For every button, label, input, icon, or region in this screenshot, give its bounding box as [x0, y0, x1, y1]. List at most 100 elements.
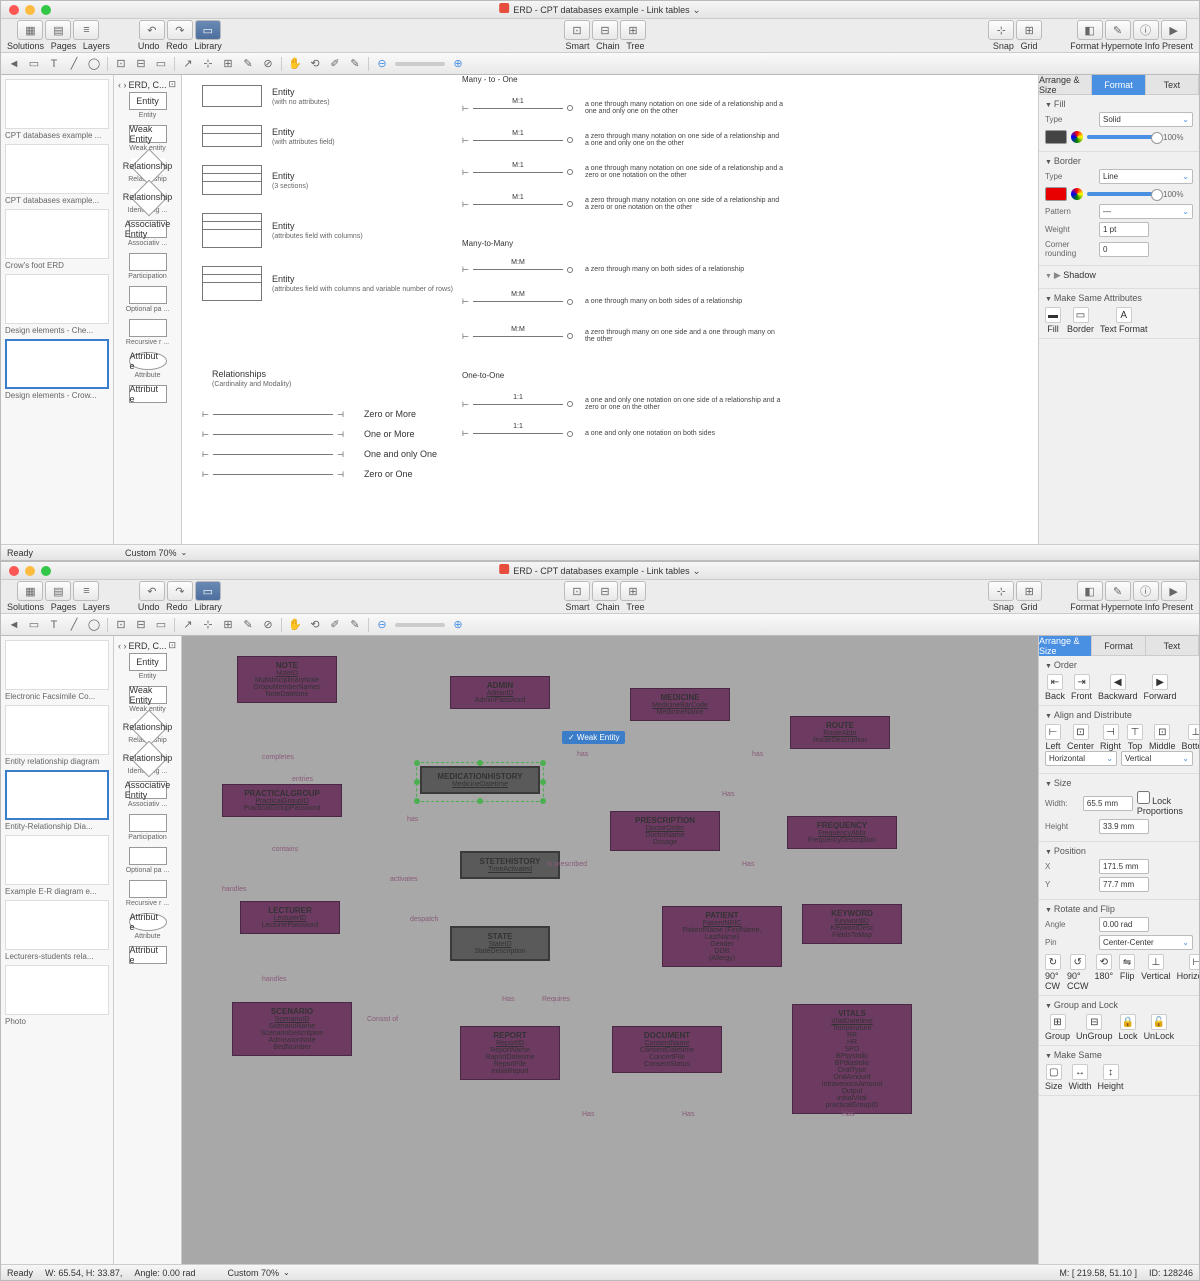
zoom-in-icon[interactable]: ⊕: [451, 57, 465, 71]
shapes-icon[interactable]: ◯: [87, 57, 101, 71]
icon-height[interactable]: ↕Height: [1098, 1064, 1124, 1091]
icon-middle[interactable]: ⊡Middle: [1149, 724, 1176, 751]
library-header[interactable]: ‹ › ERD, C... ⊡: [116, 77, 179, 92]
tab-text[interactable]: Text: [1146, 75, 1199, 95]
icon-backward[interactable]: ◀Backward: [1098, 674, 1138, 701]
chain-button[interactable]: ⊟: [592, 581, 618, 601]
text-icon[interactable]: T: [47, 618, 61, 632]
solutions-button[interactable]: ▦: [17, 581, 43, 601]
library-item[interactable]: Participation: [116, 253, 179, 280]
entity-vitals[interactable]: VITALSVitalDatetimeTemperatureRRHRSPOBPs…: [792, 1004, 912, 1114]
library-item[interactable]: Recursive r ...: [116, 319, 179, 346]
maximize-icon[interactable]: [41, 5, 51, 15]
smart-button[interactable]: ⊡: [564, 581, 590, 601]
thumbnail[interactable]: Entity-Relationship Dia...: [5, 770, 109, 831]
entity-report[interactable]: REPORTReportIDReportNameRaportDatetimeRe…: [460, 1026, 560, 1080]
layers-button[interactable]: ≡: [73, 20, 99, 40]
line-icon[interactable]: ╱: [67, 618, 81, 632]
entity-lecturer[interactable]: LECTURERLecturerIDLecturerPassword: [240, 901, 340, 934]
icon-90° ccw[interactable]: ↺90° CCW: [1067, 954, 1088, 991]
library-item[interactable]: Attribut eAttribute: [116, 913, 179, 940]
tool-icon[interactable]: ↗: [181, 57, 195, 71]
icon-unlock[interactable]: 🔓UnLock: [1144, 1014, 1175, 1041]
eyedropper-icon[interactable]: ✐: [328, 618, 342, 632]
line-icon[interactable]: ╱: [67, 57, 81, 71]
library-item[interactable]: Attribut e: [116, 385, 179, 405]
entity-practicalgroup[interactable]: PRACTICALGROUPPracticalGroupIDPracticalG…: [222, 784, 342, 817]
entity-document[interactable]: DOCUMENTConsentNameConsentDatetimeConcer…: [612, 1026, 722, 1073]
close-icon[interactable]: [9, 5, 19, 15]
zoom-in-icon[interactable]: ⊕: [451, 618, 465, 632]
thumbnail[interactable]: CPT databases example ...: [5, 79, 109, 140]
redo-button[interactable]: ↷: [167, 581, 193, 601]
tool-icon[interactable]: ⊟: [134, 57, 148, 71]
angle-input[interactable]: [1099, 917, 1149, 932]
border-opacity-slider[interactable]: [1087, 192, 1159, 196]
rotate-section[interactable]: Rotate and Flip: [1045, 904, 1193, 914]
entity-medicine[interactable]: MEDICINEMedicineBarCodeMedicineName: [630, 688, 730, 721]
color-wheel-icon[interactable]: [1071, 188, 1083, 200]
select-icon[interactable]: ▭: [27, 57, 41, 71]
tool-icon[interactable]: ⊹: [201, 57, 215, 71]
library-button[interactable]: ▭: [195, 20, 221, 40]
makesame-border[interactable]: ▭Border: [1067, 307, 1094, 334]
tab-arrange[interactable]: Arrange & Size: [1039, 75, 1092, 95]
library-item[interactable]: Participation: [116, 814, 179, 841]
pointer-icon[interactable]: ◄: [7, 618, 21, 632]
tool-icon[interactable]: ⊡: [114, 618, 128, 632]
thumbnail[interactable]: Design elements - Che...: [5, 274, 109, 335]
fill-type-select[interactable]: Solid: [1099, 112, 1193, 127]
color-wheel-icon[interactable]: [1071, 131, 1083, 143]
minimize-icon[interactable]: [25, 5, 35, 15]
grid-button[interactable]: ⊞: [1016, 20, 1042, 40]
border-type-select[interactable]: Line: [1099, 169, 1193, 184]
solutions-button[interactable]: ▦: [17, 20, 43, 40]
text-icon[interactable]: T: [47, 57, 61, 71]
makesame-text[interactable]: AText Format: [1100, 307, 1148, 334]
library-item[interactable]: Recursive r ...: [116, 880, 179, 907]
library-item[interactable]: Associative EntityAssociativ ...: [116, 781, 179, 808]
hand-icon[interactable]: ✋: [288, 618, 302, 632]
canvas[interactable]: ✓ Weak Entity NOTENoteIDMultidisciplinar…: [182, 636, 1038, 1264]
library-item[interactable]: Associative EntityAssociativ ...: [116, 220, 179, 247]
format-button[interactable]: ◧: [1077, 20, 1103, 40]
entity-state[interactable]: STATEStateIDStateDescription: [450, 926, 550, 961]
hypernote-button[interactable]: ✎: [1105, 20, 1131, 40]
tool-icon[interactable]: ⊹: [201, 618, 215, 632]
library-item[interactable]: EntityEntity: [116, 653, 179, 680]
fill-section[interactable]: Fill: [1045, 99, 1193, 109]
icon-lock[interactable]: 🔒Lock: [1119, 1014, 1138, 1041]
undo-button[interactable]: ↶: [139, 581, 165, 601]
minimize-icon[interactable]: [25, 566, 35, 576]
icon-vertical[interactable]: ⊥Vertical: [1141, 954, 1171, 991]
tab-text[interactable]: Text: [1146, 636, 1199, 656]
corner-input[interactable]: [1099, 242, 1149, 257]
icon-right[interactable]: ⊣Right: [1100, 724, 1121, 751]
thumbnail[interactable]: Design elements - Crow...: [5, 339, 109, 400]
makesame-section[interactable]: Make Same Attributes: [1045, 293, 1193, 303]
eyedropper-icon[interactable]: ✐: [328, 57, 342, 71]
present-button[interactable]: ▶: [1161, 581, 1187, 601]
tool-icon[interactable]: ✎: [241, 57, 255, 71]
tool-icon[interactable]: ⊞: [221, 618, 235, 632]
tool-icon[interactable]: ⊞: [221, 57, 235, 71]
rotate-icon[interactable]: ⟲: [308, 618, 322, 632]
zoom-out-icon[interactable]: ⊖: [375, 57, 389, 71]
tool-icon[interactable]: ✎: [241, 618, 255, 632]
icon-180°[interactable]: ⟲180°: [1094, 954, 1113, 991]
tool-icon[interactable]: ⊘: [261, 57, 275, 71]
tool-icon[interactable]: ⊘: [261, 618, 275, 632]
thumbnail[interactable]: Photo: [5, 965, 109, 1026]
icon-90° cw[interactable]: ↻90° CW: [1045, 954, 1061, 991]
entity-admin[interactable]: ADMINAdminIDAdminPassword: [450, 676, 550, 709]
icon-center[interactable]: ⊡Center: [1067, 724, 1094, 751]
undo-button[interactable]: ↶: [139, 20, 165, 40]
icon-ungroup[interactable]: ⊟UnGroup: [1076, 1014, 1113, 1041]
tab-arrange[interactable]: Arrange & Size: [1039, 636, 1092, 656]
weight-input[interactable]: [1099, 222, 1149, 237]
y-input[interactable]: [1099, 877, 1149, 892]
library-item[interactable]: Attribut eAttribute: [116, 352, 179, 379]
icon-horizontal[interactable]: ⊢Horizontal: [1177, 954, 1199, 991]
icon-size[interactable]: ▢Size: [1045, 1064, 1063, 1091]
pointer-icon[interactable]: ◄: [7, 57, 21, 71]
